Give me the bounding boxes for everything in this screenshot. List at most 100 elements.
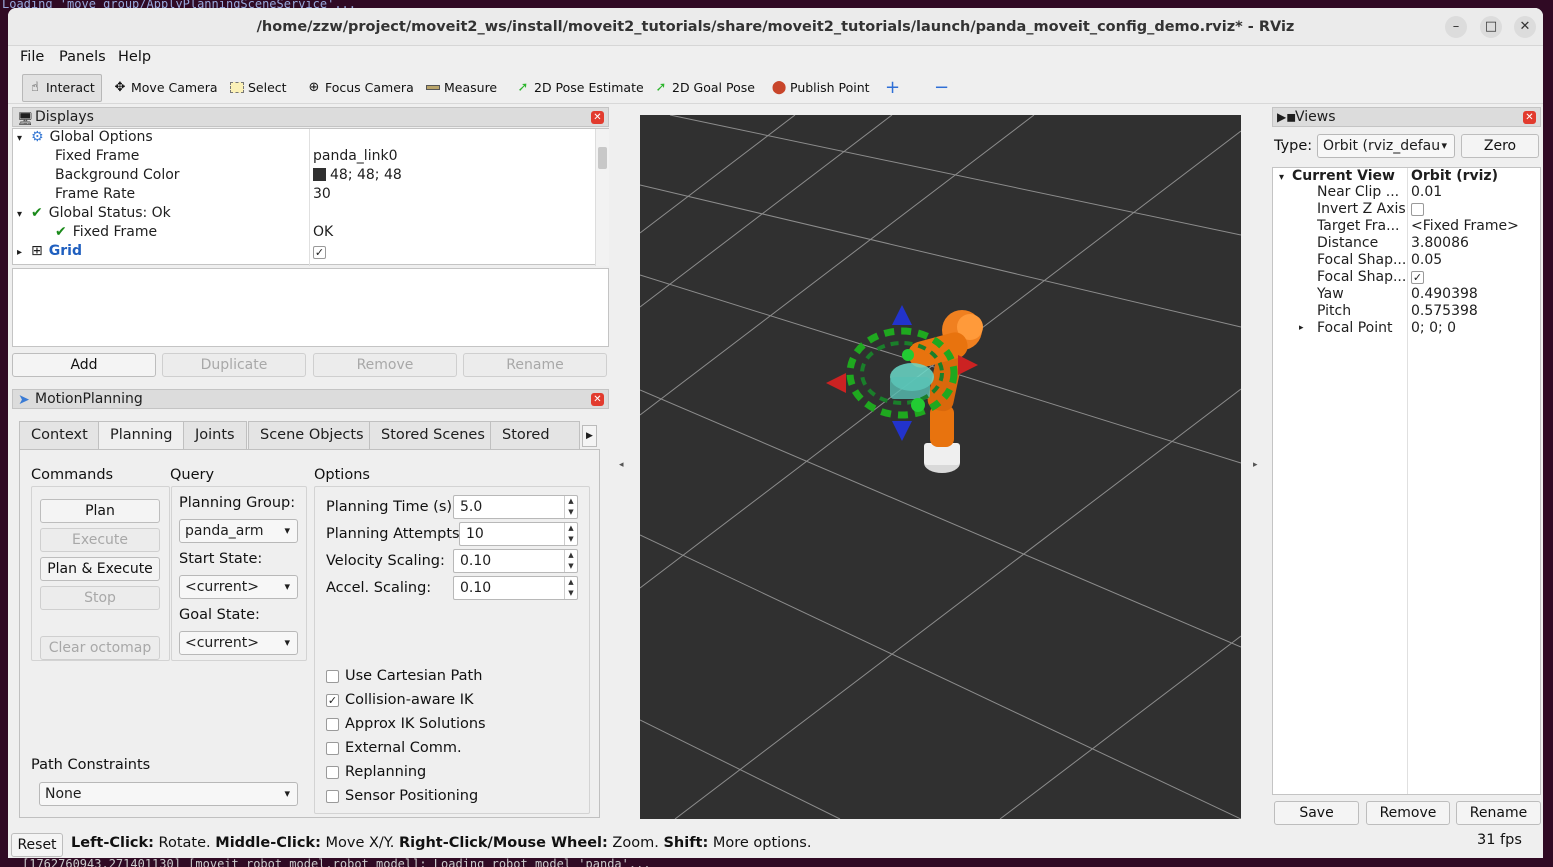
spin-arrows-icon[interactable]: ▲ ▼ xyxy=(564,550,577,572)
background-color-value[interactable]: 48; 48; 48 xyxy=(313,166,402,185)
zero-button[interactable]: Zero xyxy=(1461,134,1539,158)
tab-context[interactable]: Context xyxy=(19,421,100,449)
display-description-box xyxy=(12,268,609,347)
view-property-value[interactable]: 0.05 xyxy=(1411,252,1442,269)
remove-display-button[interactable]: Remove xyxy=(313,353,457,377)
option-checkbox[interactable] xyxy=(326,789,339,803)
menu-file[interactable]: File xyxy=(20,49,44,65)
stop-button[interactable]: Stop xyxy=(40,586,160,610)
add-tool-button[interactable]: + xyxy=(881,74,900,102)
view-property-name: Focal Shap... xyxy=(1317,252,1405,268)
duplicate-display-button[interactable]: Duplicate xyxy=(162,353,306,377)
view-property-checkbox[interactable]: ✓ xyxy=(1411,269,1424,286)
option-checkbox-row[interactable]: Replanning xyxy=(326,762,426,782)
planning-attempts-label: Planning Attempts: xyxy=(326,526,465,542)
option-checkbox[interactable] xyxy=(326,717,339,731)
close-views-icon[interactable]: ✕ xyxy=(1523,111,1536,124)
fixed-frame-value[interactable]: panda_link0 xyxy=(313,147,397,166)
save-view-button[interactable]: Save xyxy=(1274,801,1359,825)
rename-view-button[interactable]: Rename xyxy=(1456,801,1541,825)
velocity-scaling-input[interactable]: 0.10 ▲ ▼ xyxy=(453,549,578,573)
start-state-select[interactable]: <current> xyxy=(179,575,298,599)
checkbox[interactable]: ✓ xyxy=(1411,271,1424,284)
tool-move-camera[interactable]: ✥ Move Camera xyxy=(108,74,218,102)
tool-publish-point[interactable]: ⬤ Publish Point xyxy=(767,74,870,102)
accel-scaling-input[interactable]: 0.10 ▲ ▼ xyxy=(453,576,578,600)
goal-state-select[interactable]: <current> xyxy=(179,631,298,655)
global-options-row[interactable]: ▾ ⚙ Global Options xyxy=(17,128,153,147)
reset-button[interactable]: Reset xyxy=(11,833,63,857)
view-property-value[interactable]: 0.490398 xyxy=(1411,286,1478,303)
tab-joints[interactable]: Joints xyxy=(183,421,247,449)
close-window-button[interactable]: ✕ xyxy=(1514,16,1536,38)
tool-measure[interactable]: Measure xyxy=(421,74,497,102)
collapse-right-icon[interactable]: ▸ xyxy=(1253,460,1258,470)
spin-arrows-icon[interactable]: ▲ ▼ xyxy=(564,523,577,545)
view-property-checkbox[interactable] xyxy=(1411,201,1424,218)
render-viewport[interactable] xyxy=(640,115,1241,819)
planning-time-input[interactable]: 5.0 ▲ ▼ xyxy=(453,495,578,519)
option-checkbox[interactable] xyxy=(326,765,339,779)
checkbox[interactable] xyxy=(1411,203,1424,216)
menu-panels[interactable]: Panels xyxy=(59,49,106,65)
tool-2d-pose-estimate[interactable]: ➚ 2D Pose Estimate xyxy=(511,74,644,102)
displays-panel: 🖥 Displays ✕ ▾ ⚙ Global Options Fixed Fram… xyxy=(12,107,609,387)
rename-display-button[interactable]: Rename xyxy=(463,353,607,377)
fixed-frame-label: Fixed Frame xyxy=(55,148,140,164)
view-property-value[interactable]: 0.01 xyxy=(1411,184,1442,201)
tab-planning[interactable]: Planning xyxy=(98,421,185,450)
option-checkbox-row[interactable]: ✓ Collision-aware IK xyxy=(326,690,474,710)
tab-stored-states[interactable]: Stored Sta xyxy=(490,421,580,449)
option-checkbox-row[interactable]: Sensor Positioning xyxy=(326,786,478,806)
view-property-value[interactable]: 0; 0; 0 xyxy=(1411,320,1456,337)
option-checkbox-row[interactable]: Approx IK Solutions xyxy=(326,714,486,734)
tool-select[interactable]: Select xyxy=(225,74,287,102)
tab-scroll-right-icon[interactable]: ▶ xyxy=(582,425,597,447)
execute-button[interactable]: Execute xyxy=(40,528,160,552)
remove-view-button[interactable]: Remove xyxy=(1366,801,1450,825)
title-bar[interactable]: /home/zzw/project/moveit2_ws/install/mov… xyxy=(8,8,1543,46)
view-properties-tree: ▾ Current View Orbit (rviz) Near Clip ...… xyxy=(1272,167,1541,795)
option-checkbox[interactable]: ✓ xyxy=(326,693,339,707)
spin-arrows-icon[interactable]: ▲ ▼ xyxy=(564,577,577,599)
frame-rate-value[interactable]: 30 xyxy=(313,185,331,204)
path-constraints-select[interactable]: None xyxy=(39,782,298,806)
plan-button[interactable]: Plan xyxy=(40,499,160,523)
tool-focus-camera[interactable]: ⊕ Focus Camera xyxy=(302,74,414,102)
option-checkbox-row[interactable]: External Comm. xyxy=(326,738,462,758)
minimize-button[interactable]: – xyxy=(1445,16,1467,38)
global-status-row[interactable]: ▾ ✔ Global Status: Ok xyxy=(17,204,171,223)
displays-scrollbar[interactable] xyxy=(595,129,609,266)
close-motion-planning-icon[interactable]: ✕ xyxy=(591,393,604,406)
status-fixed-frame-row[interactable]: ✔ Fixed Frame xyxy=(55,223,157,242)
tool-interact[interactable]: ☝ Interact xyxy=(22,74,102,102)
tab-stored-scenes[interactable]: Stored Scenes xyxy=(369,421,497,449)
scroll-thumb[interactable] xyxy=(598,147,607,169)
close-displays-icon[interactable]: ✕ xyxy=(591,111,604,124)
option-checkbox-row[interactable]: Use Cartesian Path xyxy=(326,666,482,686)
option-checkbox[interactable] xyxy=(326,741,339,755)
planning-group-select[interactable]: panda_arm xyxy=(179,519,298,543)
spin-arrows-icon[interactable]: ▲ ▼ xyxy=(564,496,577,518)
view-type-select[interactable]: Orbit (rviz_defau xyxy=(1317,134,1455,158)
tool-2d-goal-pose[interactable]: ➚ 2D Goal Pose xyxy=(649,74,755,102)
clear-octomap-button[interactable]: Clear octomap xyxy=(40,636,160,660)
plan-and-execute-button[interactable]: Plan & Execute xyxy=(40,557,160,581)
maximize-button[interactable]: □ xyxy=(1480,16,1502,38)
collapse-left-icon[interactable]: ◂ xyxy=(619,460,624,470)
motion-planning-tabs: Context Planning Joints Scene Objects St… xyxy=(19,421,609,451)
menu-help[interactable]: Help xyxy=(118,49,151,65)
terminal-background-right xyxy=(1543,8,1553,858)
view-property-value[interactable]: <Fixed Frame> xyxy=(1411,218,1519,235)
option-checkbox[interactable] xyxy=(326,669,339,683)
tab-scene-objects[interactable]: Scene Objects xyxy=(248,421,376,449)
expand-arrow-icon[interactable]: ▸ xyxy=(1299,320,1304,337)
remove-tool-button[interactable]: − xyxy=(930,74,949,102)
planning-attempts-input[interactable]: 10 ▲ ▼ xyxy=(459,522,578,546)
view-property-value[interactable]: 0.575398 xyxy=(1411,303,1478,320)
views-header: ▶◼ Views ✕ xyxy=(1272,107,1541,127)
view-property-value[interactable]: 3.80086 xyxy=(1411,235,1469,252)
add-display-button[interactable]: Add xyxy=(12,353,156,377)
grid-enabled-checkbox[interactable]: ✓ xyxy=(313,246,326,259)
grid-row[interactable]: ▸ ⊞ Grid xyxy=(17,242,82,261)
